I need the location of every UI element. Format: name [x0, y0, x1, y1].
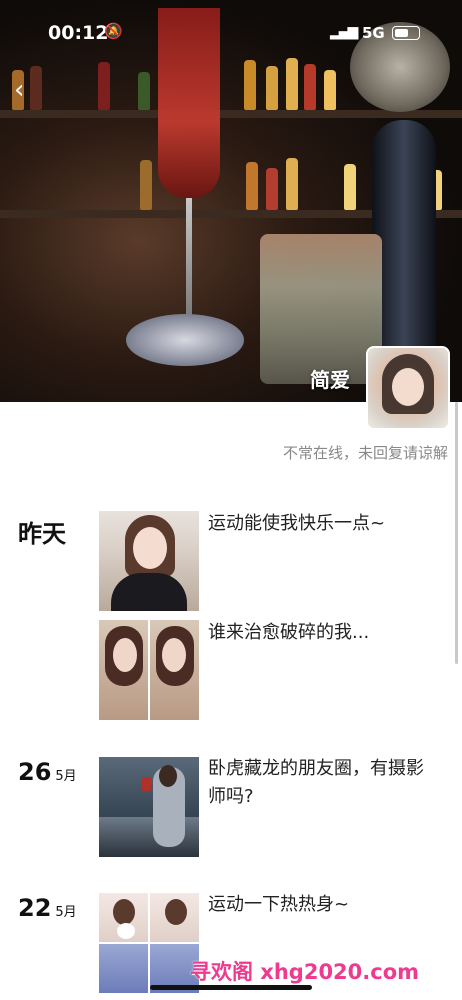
watermark-text: 寻欢阁 xhg2020.com: [190, 960, 420, 984]
post-caption[interactable]: 运动能使我快乐一点~: [208, 510, 438, 538]
date-main: 26: [18, 758, 52, 786]
status-time: 00:12: [48, 22, 109, 44]
date-month: 5月: [55, 905, 77, 920]
post-thumbnail[interactable]: [99, 620, 199, 720]
profile-status-text: 不常在线，未回复请谅解: [282, 444, 448, 462]
post-caption[interactable]: 运动一下热热身~: [208, 891, 438, 919]
date-month: 5月: [55, 769, 77, 784]
scrollbar[interactable]: [455, 402, 458, 664]
signal-icon: ▂▄▆: [330, 24, 358, 40]
back-arrow-icon[interactable]: ‹: [14, 77, 38, 103]
home-indicator[interactable]: [150, 985, 312, 990]
post-thumbnail[interactable]: [99, 757, 199, 857]
post-caption[interactable]: 谁来治愈破碎的我...: [208, 619, 438, 647]
profile-name: 简爱: [310, 368, 350, 392]
cover-photo[interactable]: [0, 0, 462, 402]
date-label-yesterday: 昨天: [18, 514, 66, 549]
date-label: 26 5月: [18, 758, 77, 786]
date-label: 22 5月: [18, 894, 77, 922]
post-thumbnail[interactable]: [99, 893, 199, 993]
avatar[interactable]: [366, 346, 450, 430]
post-caption[interactable]: 卧虎藏龙的朋友圈，有摄影师吗?: [208, 755, 438, 811]
status-bar: 00:12 🔕 ▂▄▆ 5G: [0, 18, 462, 48]
mute-bell-icon: 🔕: [104, 22, 123, 40]
battery-icon: [392, 26, 420, 40]
network-type: 5G: [362, 24, 385, 42]
date-main: 22: [18, 894, 52, 922]
post-thumbnail[interactable]: [99, 511, 199, 611]
date-main: 昨天: [18, 520, 66, 548]
